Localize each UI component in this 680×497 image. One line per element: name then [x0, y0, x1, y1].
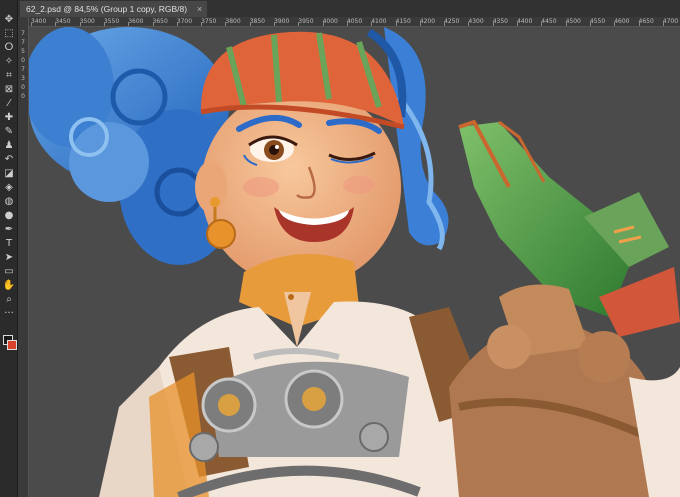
ruler-tick-label: 4050	[346, 18, 363, 25]
ruler-tick	[492, 22, 494, 26]
ruler-tick-label: 3800	[225, 18, 241, 25]
ruler-tick-label: 3600	[128, 18, 144, 25]
dodge-tool-icon[interactable]: ●	[2, 210, 16, 222]
ruler-tick-label: 4550	[589, 18, 606, 25]
tools-panel: ✥ ⬚ ⵔ ✧ ⌗ ⊠ ⁄ ✚ ✎ ♟ ↶ ◪ ◈ ◍ ● ✒ T ➤ ▭ ✋ ⌕ ···	[0, 0, 18, 497]
ruler-tick-label: 4250	[444, 18, 460, 25]
background-color-swatch[interactable]	[7, 340, 17, 350]
vertical-ruler-tick-label: 7	[21, 30, 25, 37]
document-canvas[interactable]	[29, 27, 680, 497]
ruler-tick-label: 4450	[541, 18, 557, 25]
document-tab-title: 62_2.psd @ 84,5% (Group 1 copy, RGB/8)	[26, 4, 188, 14]
ruler-tick-label: 4600	[614, 18, 630, 25]
ruler-tick	[565, 22, 567, 26]
ruler-tick	[517, 22, 518, 26]
ruler-tick-label: 3950	[298, 18, 314, 25]
frame-tool-icon[interactable]: ⊠	[2, 84, 16, 96]
vertical-ruler-tick-label: 7	[21, 66, 25, 73]
ruler-tick-label: 4400	[517, 18, 533, 25]
path-selection-tool-icon[interactable]: ➤	[2, 252, 16, 264]
ruler-tick	[274, 22, 275, 26]
vertical-ruler-tick-label: 5	[21, 48, 25, 55]
ruler-tick	[444, 22, 446, 26]
ruler-origin[interactable]	[18, 17, 29, 27]
pen-tool-icon[interactable]: ✒	[2, 224, 16, 236]
ruler-tick	[638, 22, 640, 26]
marquee-tool-icon[interactable]: ⬚	[2, 28, 16, 40]
ruler-tick-label: 3750	[201, 18, 217, 25]
healing-brush-tool-icon[interactable]: ✚	[2, 112, 16, 124]
history-brush-tool-icon[interactable]: ↶	[2, 154, 16, 166]
ruler-tick-label: 4500	[565, 18, 581, 25]
ruler-tick	[55, 22, 57, 26]
ruler-tick-label: 3900	[274, 18, 290, 25]
ruler-tick	[614, 22, 616, 26]
ruler-tick-label: 3850	[249, 18, 265, 25]
ruler-tick	[201, 22, 203, 26]
ruler-tick-label: 3700	[176, 18, 193, 25]
ruler-tick-label: 4700	[662, 18, 679, 25]
ruler-tick-label: 4300	[468, 18, 484, 25]
ruler-tick-label: 4350	[492, 18, 508, 25]
vertical-ruler[interactable]: 7 7 5 0 7 3 0 0	[18, 27, 29, 497]
ruler-tick-label: 4000	[322, 18, 338, 25]
ruler-tick	[249, 22, 251, 26]
ruler-tick-label: 4100	[371, 18, 387, 25]
eraser-tool-icon[interactable]: ◪	[2, 168, 16, 180]
zoom-tool-icon[interactable]: ⌕	[2, 294, 16, 306]
type-tool-icon[interactable]: T	[2, 238, 16, 250]
vertical-ruler-tick-label: 0	[21, 84, 25, 91]
document-tab[interactable]: 62_2.psd @ 84,5% (Group 1 copy, RGB/8) ×	[20, 1, 208, 17]
ruler-tick-label: 3500	[79, 18, 95, 25]
ruler-tick-label: 3450	[55, 18, 71, 25]
horizontal-ruler[interactable]: 3400 3450 3500 3550 3600 3650 3700 3750 3800 3850…	[29, 17, 680, 27]
ruler-tick-label: 3400	[31, 18, 47, 25]
ruler-tick-label: 3550	[103, 18, 120, 25]
crop-tool-icon[interactable]: ⌗	[2, 70, 16, 82]
vertical-ruler-tick-label: 0	[21, 57, 25, 64]
ruler-tick	[298, 22, 300, 26]
ruler-tick	[662, 22, 664, 26]
more-tools-icon[interactable]: ···	[2, 308, 16, 320]
ruler-tick	[128, 22, 130, 26]
ruler-tick-label: 4200	[419, 18, 436, 25]
ruler-tick	[589, 22, 591, 26]
brush-tool-icon[interactable]: ✎	[2, 126, 16, 138]
move-tool-icon[interactable]: ✥	[2, 14, 16, 26]
ruler-tick-label: 3650	[152, 18, 168, 25]
ruler-tick	[468, 22, 470, 26]
rectangle-tool-icon[interactable]: ▭	[2, 266, 16, 278]
ruler-tick-label: 4150	[395, 18, 411, 25]
clone-stamp-tool-icon[interactable]: ♟	[2, 140, 16, 152]
lasso-tool-icon[interactable]: ⵔ	[2, 42, 16, 54]
vertical-ruler-tick-label: 7	[21, 39, 25, 46]
ruler-tick	[176, 22, 178, 26]
ruler-tick	[225, 22, 227, 26]
eyedropper-tool-icon[interactable]: ⁄	[2, 98, 16, 110]
document-tab-bar: 62_2.psd @ 84,5% (Group 1 copy, RGB/8) ×	[18, 0, 680, 18]
ruler-tick	[31, 22, 32, 26]
ruler-tick	[541, 22, 543, 26]
ruler-tick-label: 4650	[638, 18, 654, 25]
ruler-tick	[322, 22, 324, 26]
paint-bucket-tool-icon[interactable]: ◈	[2, 182, 16, 194]
magic-wand-tool-icon[interactable]: ✧	[2, 56, 16, 68]
close-icon[interactable]: ×	[197, 1, 202, 17]
ruler-tick	[346, 22, 348, 26]
ruler-tick	[395, 22, 397, 26]
ruler-tick	[371, 22, 373, 26]
vertical-ruler-tick-label: 3	[21, 75, 25, 82]
hand-tool-icon[interactable]: ✋	[2, 280, 16, 292]
ruler-tick	[103, 22, 105, 26]
ruler-tick	[152, 22, 154, 26]
vertical-ruler-tick-label: 0	[21, 93, 25, 100]
ruler-tick	[419, 22, 421, 26]
blur-tool-icon[interactable]: ◍	[2, 196, 16, 208]
ruler-tick	[79, 22, 81, 26]
artwork-illustration	[29, 27, 680, 497]
